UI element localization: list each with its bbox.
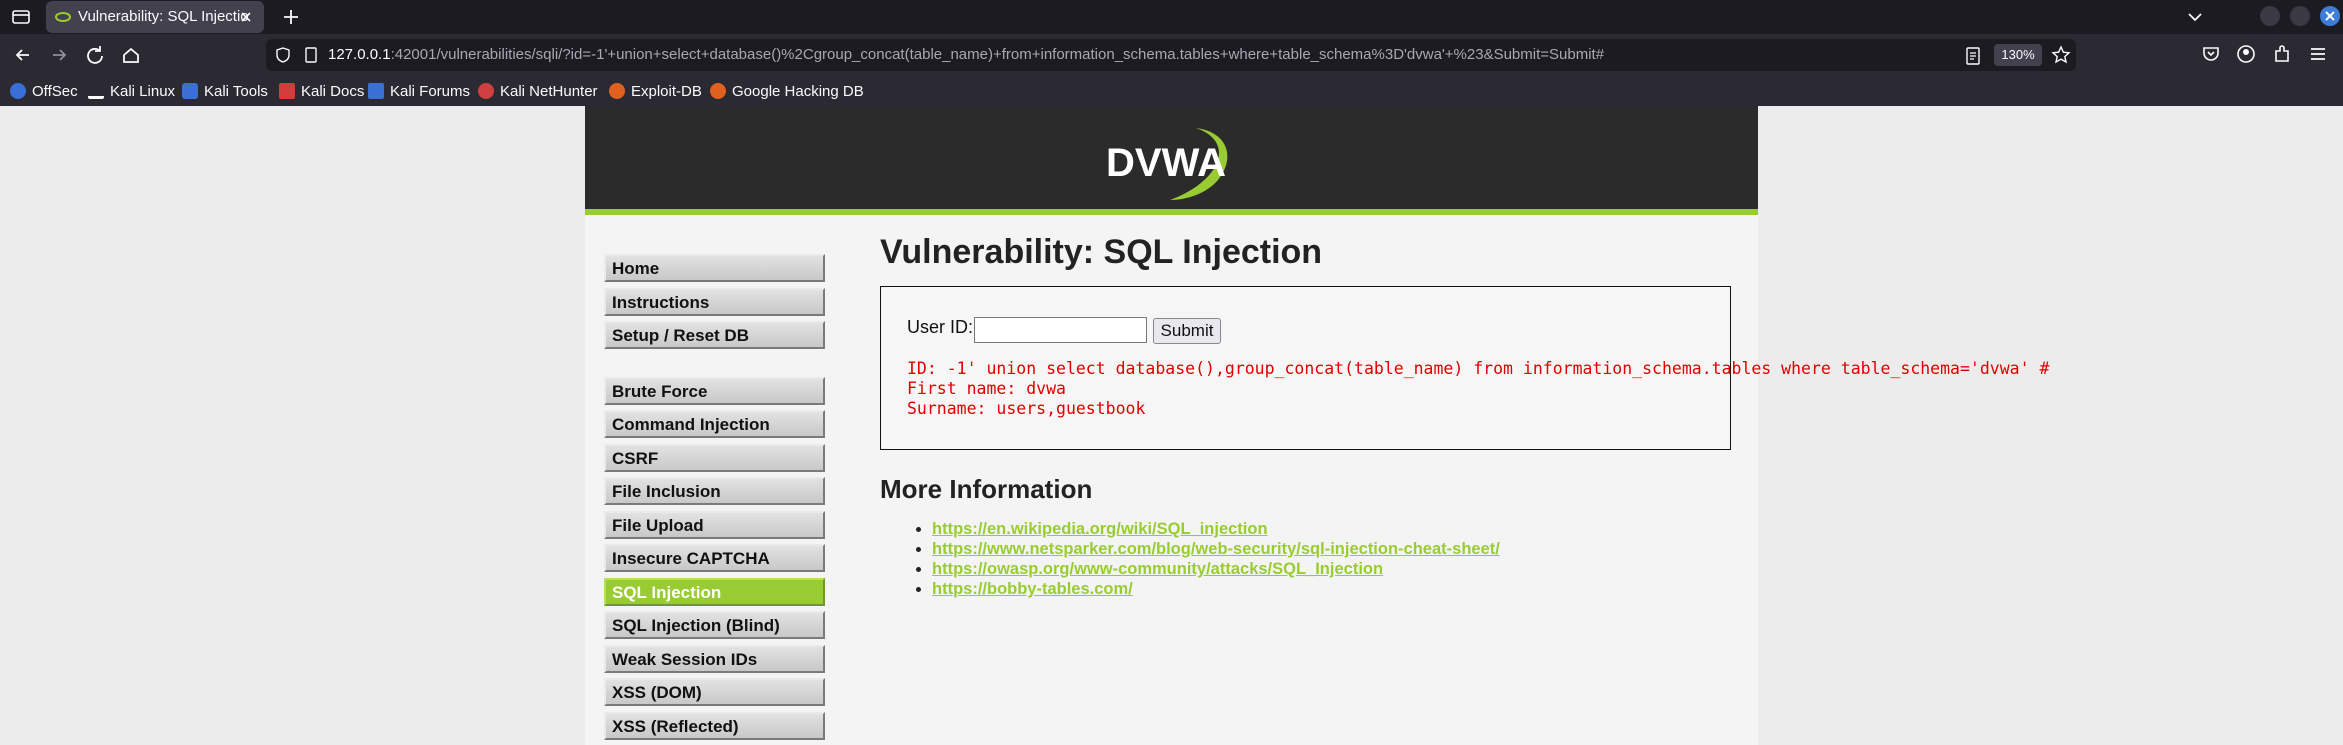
menu-item-xss-reflected[interactable]: XSS (Reflected) <box>604 711 825 740</box>
bookmark-kali-docs[interactable]: Kali Docs <box>279 81 364 101</box>
bookmark-label: Kali Tools <box>204 82 268 100</box>
list-item: https://en.wikipedia.org/wiki/SQL_inject… <box>932 519 1750 539</box>
menu-item-file-upload[interactable]: File Upload <box>604 510 825 539</box>
dvwa-container: DVWA Home Instructions Setup / Reset DB … <box>585 106 2049 745</box>
bookmarks-toolbar: OffSec Kali Linux Kali Tools Kali Docs K… <box>0 76 2343 106</box>
user-id-label: User ID: <box>907 317 974 337</box>
bookmark-star-icon[interactable] <box>2050 44 2072 66</box>
bookmark-label: Kali Linux <box>110 82 176 100</box>
menu-item-command-injection[interactable]: Command Injection <box>604 410 825 438</box>
bookmark-label: Kali NetHunter <box>500 82 598 100</box>
nethunter-icon <box>478 83 494 99</box>
menu-item-sql-injection-blind[interactable]: SQL Injection (Blind) <box>604 611 825 639</box>
logo-text: DVWA <box>1106 141 1226 185</box>
bookmark-label: Kali Docs <box>301 82 365 100</box>
home-icon[interactable] <box>117 41 145 69</box>
shield-icon[interactable] <box>274 46 292 64</box>
link-netsparker-cheat-sheet[interactable]: https://www.netsparker.com/blog/web-secu… <box>932 540 1500 558</box>
link-owasp-sqli[interactable]: https://owasp.org/www-community/attacks/… <box>932 560 1383 578</box>
more-information-heading: More Information <box>880 474 1093 504</box>
main-content: Vulnerability: SQL Injection User ID: Su… <box>880 233 2049 599</box>
url-text[interactable]: 127.0.0.1:42001/vulnerabilities/sqli/?id… <box>328 46 1604 63</box>
tab-list-icon[interactable] <box>8 4 34 30</box>
kali-tools-icon <box>182 83 198 99</box>
account-icon[interactable] <box>2234 42 2258 66</box>
url-host: 127.0.0.1 <box>328 46 391 63</box>
user-id-input[interactable] <box>974 317 1147 343</box>
ghdb-icon <box>710 83 726 99</box>
bookmark-exploit-db[interactable]: Exploit-DB <box>609 81 702 101</box>
result-id-line: ID: -1' union select database(),group_co… <box>907 359 2050 378</box>
sqli-form-box: User ID: Submit ID: -1' union select dat… <box>880 286 2049 450</box>
menu-item-insecure-captcha[interactable]: Insecure CAPTCHA <box>604 544 825 572</box>
zoom-level-badge[interactable]: 130% <box>1994 44 2042 66</box>
menu-item-instructions[interactable]: Instructions <box>604 287 825 316</box>
menu-item-file-inclusion[interactable]: File Inclusion <box>604 477 825 505</box>
menu-item-sql-injection[interactable]: SQL Injection <box>604 577 825 606</box>
menu-item-csrf[interactable]: CSRF <box>604 443 825 472</box>
bookmark-google-hacking-db[interactable]: Google Hacking DB <box>710 81 864 101</box>
close-tab-icon[interactable] <box>236 7 256 27</box>
forward-arrow-icon[interactable] <box>45 41 73 69</box>
dvwa-favicon-icon <box>54 8 72 26</box>
navigation-toolbar: 127.0.0.1:42001/vulnerabilities/sqli/?id… <box>0 34 2343 76</box>
url-path: :42001/vulnerabilities/sqli/?id=-1'+unio… <box>390 46 1605 63</box>
pocket-icon[interactable] <box>2199 42 2223 66</box>
list-item: https://bobby-tables.com/ <box>932 579 1750 599</box>
window-close-button[interactable] <box>2320 6 2340 26</box>
result-first-name-line: First name: dvwa <box>907 379 1066 398</box>
menu-item-setup-reset-db[interactable]: Setup / Reset DB <box>604 321 825 349</box>
new-tab-icon[interactable] <box>278 4 304 30</box>
address-bar[interactable]: 127.0.0.1:42001/vulnerabilities/sqli/?id… <box>266 39 2076 71</box>
list-item: https://www.netsparker.com/blog/web-secu… <box>932 539 1750 559</box>
tab-title: Vulnerability: SQL Injectio <box>78 8 248 25</box>
reader-view-icon[interactable] <box>1962 45 1984 67</box>
link-bobby-tables[interactable]: https://bobby-tables.com/ <box>932 580 1133 598</box>
extensions-icon[interactable] <box>2270 42 2294 66</box>
dvwa-header: DVWA <box>585 106 1758 215</box>
bookmark-label: Google Hacking DB <box>732 82 864 100</box>
kali-dragon-icon <box>88 83 104 99</box>
bookmark-kali-tools[interactable]: Kali Tools <box>182 81 268 101</box>
menu-item-weak-session-ids[interactable]: Weak Session IDs <box>604 644 825 673</box>
submit-button[interactable]: Submit <box>1153 318 1221 344</box>
menu-item-brute-force[interactable]: Brute Force <box>604 376 825 405</box>
query-result: ID: -1' union select database(),group_co… <box>907 359 2049 419</box>
more-info-links: https://en.wikipedia.org/wiki/SQL_inject… <box>932 519 1750 599</box>
list-item: https://owasp.org/www-community/attacks/… <box>932 559 1750 579</box>
page-info-icon[interactable] <box>302 46 320 64</box>
bookmark-offsec[interactable]: OffSec <box>10 81 78 101</box>
window-minimize-button[interactable] <box>2260 6 2280 26</box>
exploit-db-icon <box>609 83 625 99</box>
browser-tab-active[interactable]: Vulnerability: SQL Injectio <box>46 1 264 33</box>
bookmark-kali-linux[interactable]: Kali Linux <box>88 81 175 101</box>
offsec-icon <box>10 83 26 99</box>
page-viewport: DVWA Home Instructions Setup / Reset DB … <box>0 106 2343 745</box>
bookmark-label: Exploit-DB <box>631 82 702 100</box>
kali-forums-icon <box>368 83 384 99</box>
bookmark-label: Kali Forums <box>390 82 471 100</box>
dvwa-sidebar-menu: Home Instructions Setup / Reset DB Brute… <box>604 254 826 745</box>
window-maximize-button[interactable] <box>2290 6 2310 26</box>
kali-docs-icon <box>279 83 295 99</box>
bookmark-label: OffSec <box>32 82 78 100</box>
link-wikipedia-sqli[interactable]: https://en.wikipedia.org/wiki/SQL_inject… <box>932 520 1268 538</box>
tab-bar: Vulnerability: SQL Injectio <box>0 0 2343 34</box>
result-surname-line: Surname: users,guestbook <box>907 399 1146 418</box>
bookmark-kali-nethunter[interactable]: Kali NetHunter <box>478 81 598 101</box>
reload-icon[interactable] <box>81 41 109 69</box>
chevron-down-icon[interactable] <box>2182 4 2208 30</box>
page-title: Vulnerability: SQL Injection <box>880 233 1323 271</box>
bookmark-kali-forums[interactable]: Kali Forums <box>368 81 470 101</box>
menu-item-home[interactable]: Home <box>604 254 825 282</box>
menu-spacer <box>604 355 826 377</box>
dvwa-logo: DVWA <box>1100 118 1242 202</box>
menu-item-xss-dom[interactable]: XSS (DOM) <box>604 678 825 706</box>
back-arrow-icon[interactable] <box>9 41 37 69</box>
hamburger-menu-icon[interactable] <box>2306 42 2330 66</box>
